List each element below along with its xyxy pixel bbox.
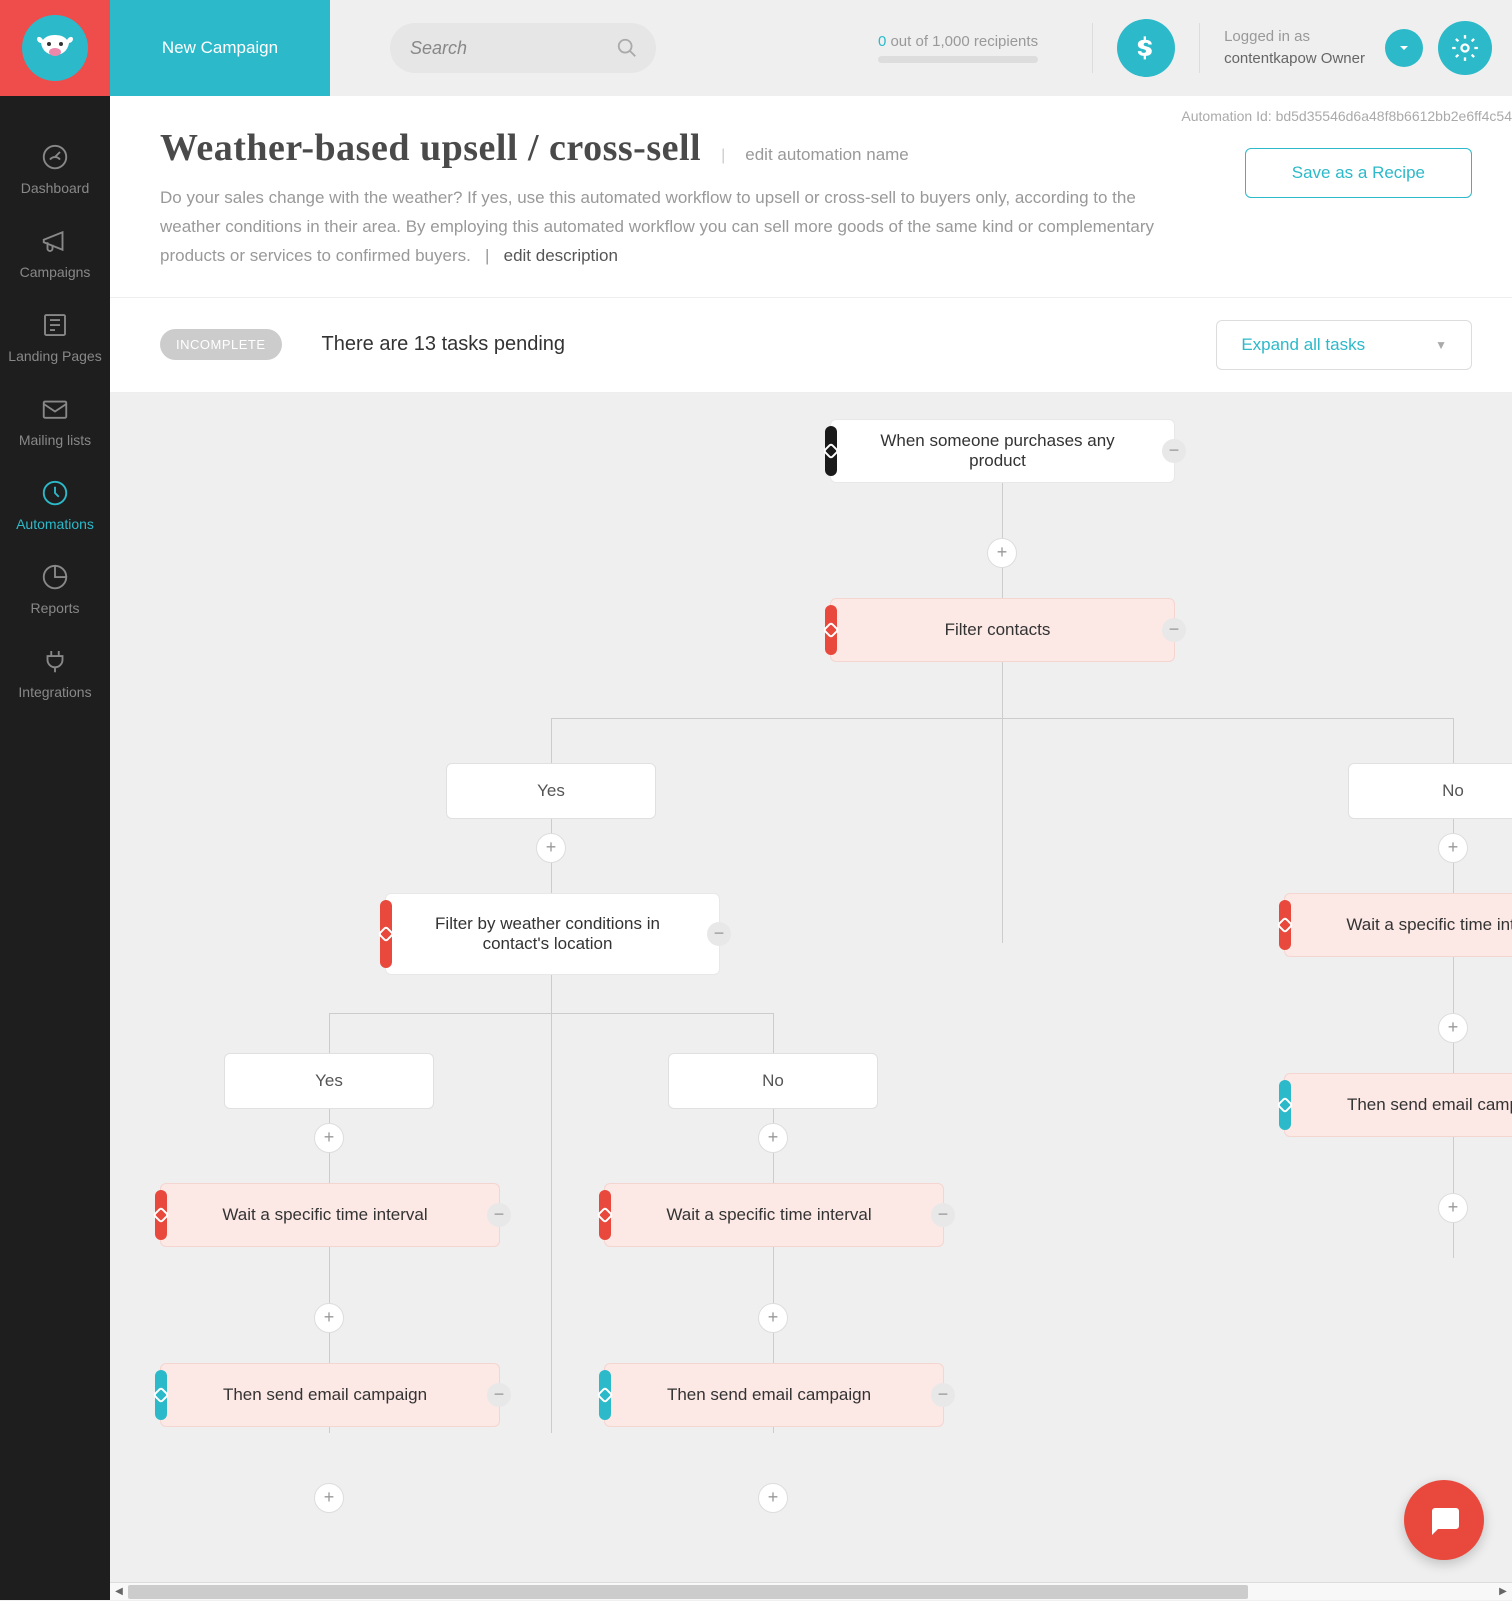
- chevron-down-icon: ▼: [1435, 338, 1447, 352]
- recipients-bar: [878, 56, 1038, 63]
- logo[interactable]: [0, 0, 110, 96]
- email-node[interactable]: Then send email campaign −: [604, 1363, 944, 1427]
- envelope-icon: [38, 392, 72, 426]
- automation-header: Automation Id: bd5d35546d6a48f8b6612bb2e…: [110, 96, 1512, 298]
- node-label: Wait a specific time interval: [222, 1205, 427, 1225]
- tasks-bar: INCOMPLETE There are 13 tasks pending Ex…: [110, 298, 1512, 393]
- filter-weather-node[interactable]: Filter by weather conditions in contact'…: [385, 893, 720, 975]
- billing-button[interactable]: [1117, 19, 1175, 77]
- node-label: Filter contacts: [945, 620, 1051, 640]
- node-label: Filter by weather conditions in contact'…: [416, 914, 679, 954]
- gauge-icon: [38, 140, 72, 174]
- collapse-icon[interactable]: −: [1162, 618, 1186, 642]
- nav-reports[interactable]: Reports: [0, 546, 110, 630]
- nav-label: Automations: [16, 516, 94, 532]
- new-campaign-button[interactable]: New Campaign: [110, 0, 330, 96]
- plug-icon: [38, 644, 72, 678]
- settings-button[interactable]: [1438, 21, 1492, 75]
- add-step-button[interactable]: +: [314, 1483, 344, 1513]
- expand-tasks-button[interactable]: Expand all tasks ▼: [1216, 320, 1472, 370]
- status-badge: INCOMPLETE: [160, 329, 282, 360]
- dropdown-button[interactable]: [1385, 29, 1423, 67]
- clock-icon: [38, 476, 72, 510]
- scroll-left-icon[interactable]: ◀: [110, 1586, 128, 1597]
- edit-name-link[interactable]: edit automation name: [745, 145, 909, 165]
- scrollbar-thumb[interactable]: [128, 1585, 1248, 1599]
- node-label: Then send email campaign: [1347, 1095, 1512, 1115]
- nav-label: Mailing lists: [19, 432, 91, 448]
- page-title: Weather-based upsell / cross-sell: [160, 126, 701, 170]
- add-step-button[interactable]: +: [1438, 1193, 1468, 1223]
- chat-icon: [1426, 1502, 1462, 1538]
- node-label: Wait a specific time interval: [666, 1205, 871, 1225]
- nav-mailing[interactable]: Mailing lists: [0, 378, 110, 462]
- node-label: Then send email campaign: [223, 1385, 427, 1405]
- add-step-button[interactable]: +: [314, 1123, 344, 1153]
- node-label: Then send email campaign: [667, 1385, 871, 1405]
- scroll-right-icon[interactable]: ▶: [1494, 1586, 1512, 1597]
- megaphone-icon: [38, 224, 72, 258]
- automation-description: Do your sales change with the weather? I…: [160, 184, 1170, 271]
- nav-label: Integrations: [18, 684, 91, 700]
- nav-dashboard[interactable]: Dashboard: [0, 126, 110, 210]
- collapse-icon[interactable]: −: [931, 1203, 955, 1227]
- nav-label: Dashboard: [21, 180, 90, 196]
- nav-label: Landing Pages: [8, 348, 101, 364]
- add-step-button[interactable]: +: [987, 538, 1017, 568]
- piechart-icon: [38, 560, 72, 594]
- topbar: New Campaign Search 0 out of 1,000 recip…: [110, 0, 1512, 96]
- search-input[interactable]: Search: [390, 23, 656, 73]
- node-label: Wait a specific time interval: [1346, 915, 1512, 935]
- recipients-counter: 0 out of 1,000 recipients: [878, 33, 1038, 63]
- automation-id: Automation Id: bd5d35546d6a48f8b6612bb2e…: [1181, 108, 1512, 124]
- newspaper-icon: [38, 308, 72, 342]
- gear-icon: [1451, 34, 1479, 62]
- add-step-button[interactable]: +: [1438, 1013, 1468, 1043]
- filter-node[interactable]: Filter contacts −: [830, 598, 1175, 662]
- nav-integrations[interactable]: Integrations: [0, 630, 110, 714]
- edit-description-link[interactable]: edit description: [504, 246, 618, 265]
- branch-yes[interactable]: Yes: [446, 763, 656, 819]
- email-node[interactable]: Then send email campaign −: [160, 1363, 500, 1427]
- collapse-icon[interactable]: −: [931, 1383, 955, 1407]
- email-node[interactable]: Then send email campaign −: [1284, 1073, 1512, 1137]
- wait-node[interactable]: Wait a specific time interval −: [1284, 893, 1512, 957]
- add-step-button[interactable]: +: [758, 1483, 788, 1513]
- wait-node[interactable]: Wait a specific time interval −: [604, 1183, 944, 1247]
- add-step-button[interactable]: +: [1438, 833, 1468, 863]
- nav-automations[interactable]: Automations: [0, 462, 110, 546]
- add-step-button[interactable]: +: [536, 833, 566, 863]
- chat-button[interactable]: [1404, 1480, 1484, 1560]
- branch-yes[interactable]: Yes: [224, 1053, 434, 1109]
- wait-node[interactable]: Wait a specific time interval −: [160, 1183, 500, 1247]
- collapse-icon[interactable]: −: [487, 1203, 511, 1227]
- search-placeholder: Search: [410, 38, 467, 59]
- dollar-icon: [1132, 34, 1160, 62]
- nav-label: Campaigns: [20, 264, 91, 280]
- chevron-down-icon: [1396, 40, 1412, 56]
- add-step-button[interactable]: +: [758, 1303, 788, 1333]
- branch-no[interactable]: No: [1348, 763, 1512, 819]
- add-step-button[interactable]: +: [758, 1123, 788, 1153]
- nav-landing[interactable]: Landing Pages: [0, 294, 110, 378]
- collapse-icon[interactable]: −: [487, 1383, 511, 1407]
- nav-label: Reports: [30, 600, 79, 616]
- collapse-icon[interactable]: −: [707, 922, 731, 946]
- horizontal-scrollbar[interactable]: ◀ ▶: [110, 1582, 1512, 1600]
- sidebar: Dashboard Campaigns Landing Pages Mailin…: [0, 0, 110, 1600]
- nav-campaigns[interactable]: Campaigns: [0, 210, 110, 294]
- workflow-canvas[interactable]: When someone purchases any product − + F…: [110, 393, 1512, 1600]
- login-info: Logged in as contentkapow Owner: [1224, 26, 1365, 71]
- cow-logo-icon: [35, 28, 75, 68]
- node-label: When someone purchases any product: [861, 431, 1134, 471]
- save-recipe-button[interactable]: Save as a Recipe: [1245, 148, 1472, 198]
- branch-no[interactable]: No: [668, 1053, 878, 1109]
- collapse-icon[interactable]: −: [1162, 439, 1186, 463]
- tasks-pending-text: There are 13 tasks pending: [322, 333, 566, 356]
- add-step-button[interactable]: +: [314, 1303, 344, 1333]
- trigger-node[interactable]: When someone purchases any product −: [830, 419, 1175, 483]
- search-icon: [616, 37, 638, 59]
